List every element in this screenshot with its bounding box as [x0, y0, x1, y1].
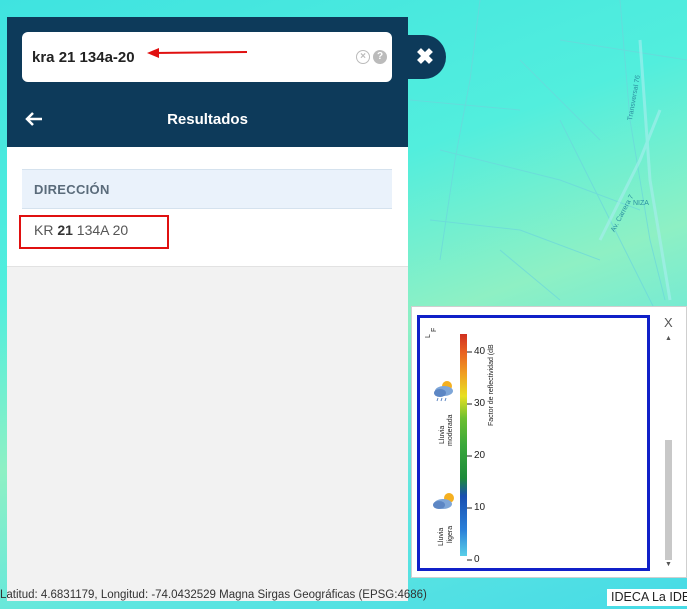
legend-series-title: Factor de reflectividad (dB	[488, 344, 495, 426]
legend-light-label-2: ligera	[447, 525, 454, 543]
sun-cloud-icon	[433, 493, 454, 509]
scale-ticks	[467, 351, 472, 561]
legend-top-label-l: L	[425, 334, 432, 338]
legend-top-label-f: F	[431, 327, 438, 332]
legend-moderate-label-1: Lluvia	[439, 425, 446, 444]
scroll-down-icon[interactable]: ▼	[664, 561, 673, 569]
result-text-pre: KR	[34, 222, 58, 238]
annotation-arrow-icon	[147, 48, 248, 58]
column-header-direccion: DIRECCIÓN	[22, 169, 392, 209]
search-panel-header: × ? Resultados	[7, 17, 408, 147]
legend-svg	[433, 334, 472, 561]
tick-label-40: 40	[474, 346, 486, 357]
result-text-post: 134A 20	[72, 222, 129, 238]
close-icon: ✖	[415, 44, 435, 69]
color-scale-bar	[460, 334, 467, 556]
rain-cloud-icon	[434, 381, 453, 402]
legend-light-label-1: Lluvia	[438, 527, 445, 546]
tick-label-20: 20	[474, 450, 486, 461]
legend-moderate-label-2: moderada	[447, 414, 454, 446]
scroll-thumb[interactable]	[665, 440, 672, 560]
legend-close-button[interactable]: X	[664, 315, 673, 330]
attribution-link[interactable]: IDECA La IDE	[607, 589, 687, 606]
tick-label-0: 0	[474, 554, 480, 565]
results-list: DIRECCIÓN KR 21 134A 20	[7, 147, 408, 267]
close-button[interactable]: ✖	[404, 35, 446, 79]
legend-scrollbar[interactable]: ▲ ▼	[664, 335, 673, 569]
tick-label-30: 30	[474, 398, 486, 409]
legend-panel: L F Lluvia moderada Lluvia ligera Factor…	[411, 306, 687, 578]
scroll-up-icon[interactable]: ▲	[664, 335, 673, 343]
legend-frame: L F Lluvia moderada Lluvia ligera Factor…	[417, 315, 650, 571]
help-icon[interactable]: ?	[373, 50, 387, 64]
clear-icon[interactable]: ×	[356, 50, 370, 64]
tick-label-10: 10	[474, 502, 486, 513]
result-row[interactable]: KR 21 134A 20	[19, 215, 169, 249]
results-title: Resultados	[167, 111, 248, 128]
map-label-niza: NIZA	[633, 200, 649, 207]
result-text-bold: 21	[57, 222, 73, 238]
results-panel: DIRECCIÓN KR 21 134A 20	[7, 147, 408, 601]
coordinates-readout: Latitud: 4.6831179, Longitud: -74.043252…	[0, 589, 427, 601]
